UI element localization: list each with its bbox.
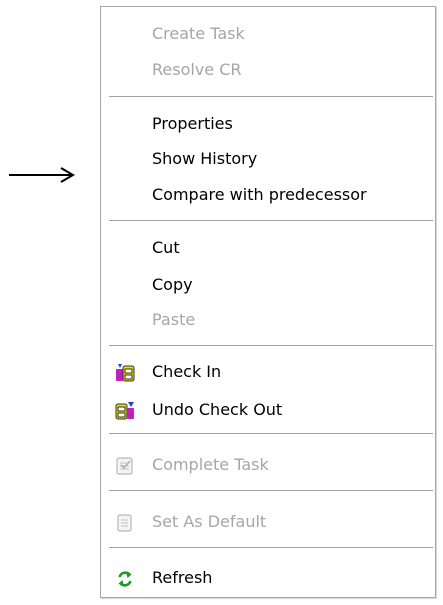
menu-item-create-task[interactable]: Create Task [101, 17, 435, 51]
menu-item-properties[interactable]: Properties [101, 107, 435, 141]
context-menu: Create Task Resolve CR Properties Show H… [100, 6, 436, 598]
menu-item-label: Undo Check Out [152, 400, 283, 419]
menu-item-check-in[interactable]: Check In [101, 355, 435, 389]
menu-item-label: Resolve CR [152, 60, 242, 79]
menu-separator [109, 345, 433, 346]
menu-item-copy[interactable]: Copy [101, 268, 435, 302]
complete-task-icon [116, 457, 133, 475]
menu-item-label: Compare with predecessor [152, 185, 367, 204]
menu-item-label: Refresh [152, 568, 213, 587]
menu-item-compare-with-predecessor[interactable]: Compare with predecessor [101, 178, 435, 212]
menu-item-label: Properties [152, 114, 233, 133]
menu-separator [109, 490, 433, 491]
menu-item-label: Set As Default [152, 512, 267, 531]
check-in-icon [116, 364, 135, 382]
menu-item-paste[interactable]: Paste [101, 303, 435, 337]
set-default-icon [117, 514, 132, 532]
menu-item-label: Cut [152, 238, 180, 257]
menu-item-label: Paste [152, 310, 196, 329]
undo-check-out-icon [115, 402, 134, 420]
refresh-icon [118, 571, 132, 587]
menu-item-complete-task[interactable]: Complete Task [101, 448, 435, 482]
menu-item-refresh[interactable]: Refresh [101, 561, 435, 595]
menu-separator [109, 96, 433, 97]
menu-item-label: Copy [152, 275, 193, 294]
menu-item-set-as-default[interactable]: Set As Default [101, 505, 435, 539]
menu-separator [109, 220, 433, 221]
menu-item-undo-check-out[interactable]: Undo Check Out [101, 393, 435, 427]
menu-separator [109, 547, 433, 548]
menu-item-show-history[interactable]: Show History [101, 142, 435, 176]
menu-separator [109, 433, 433, 434]
pointer-arrow-icon [9, 167, 75, 183]
menu-item-label: Show History [152, 149, 258, 168]
menu-item-label: Create Task [152, 24, 245, 43]
menu-item-cut[interactable]: Cut [101, 231, 435, 265]
menu-item-label: Check In [152, 362, 222, 381]
menu-item-resolve-cr[interactable]: Resolve CR [101, 53, 435, 87]
menu-item-label: Complete Task [152, 455, 269, 474]
